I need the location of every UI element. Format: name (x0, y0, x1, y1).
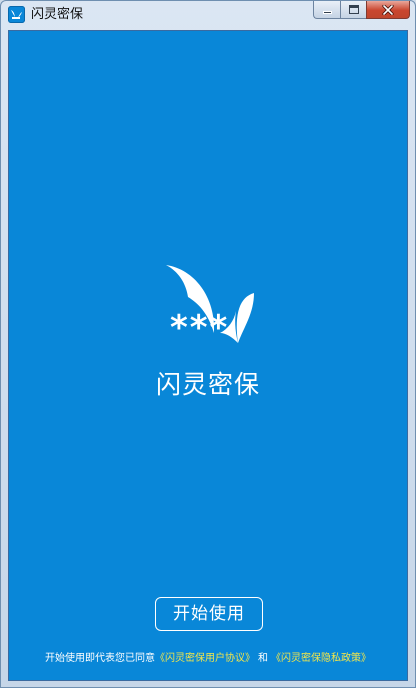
close-icon (367, 1, 409, 18)
user-agreement-link[interactable]: 《闪灵密保用户协议》 (155, 653, 255, 664)
start-button[interactable]: 开始使用 (155, 597, 263, 631)
app-logo-icon (8, 6, 25, 23)
agreement-text: 开始使用即代表您已同意《闪灵密保用户协议》和《闪灵密保隐私政策》 (9, 649, 407, 664)
maximize-button[interactable] (340, 1, 366, 19)
window-title: 闪灵密保 (31, 7, 84, 22)
privacy-policy-link[interactable]: 《闪灵密保隐私政策》 (271, 653, 371, 664)
logo-stars: *** (170, 308, 230, 348)
splash-panel: *** 闪灵密保 开始使用 开始使用即代表您已同意《闪灵密保用户协议》和《闪灵密… (8, 30, 408, 681)
brand-name: 闪灵密保 (155, 370, 260, 399)
app-window: 闪灵密保 *** 闪灵密保 开始使用 开始使用即代表您已同意《闪灵密保用户协议》… (0, 0, 416, 688)
minimize-button[interactable] (313, 1, 340, 19)
close-button[interactable] (366, 1, 410, 19)
minimize-icon (323, 11, 332, 14)
agreement-prefix: 开始使用即代表您已同意 (45, 653, 155, 664)
caption-buttons (313, 1, 410, 20)
butterfly-logo-icon: *** (164, 263, 256, 347)
maximize-icon (349, 5, 359, 14)
title-bar[interactable]: 闪灵密保 (1, 1, 415, 29)
agreement-conjunction: 和 (258, 653, 268, 664)
